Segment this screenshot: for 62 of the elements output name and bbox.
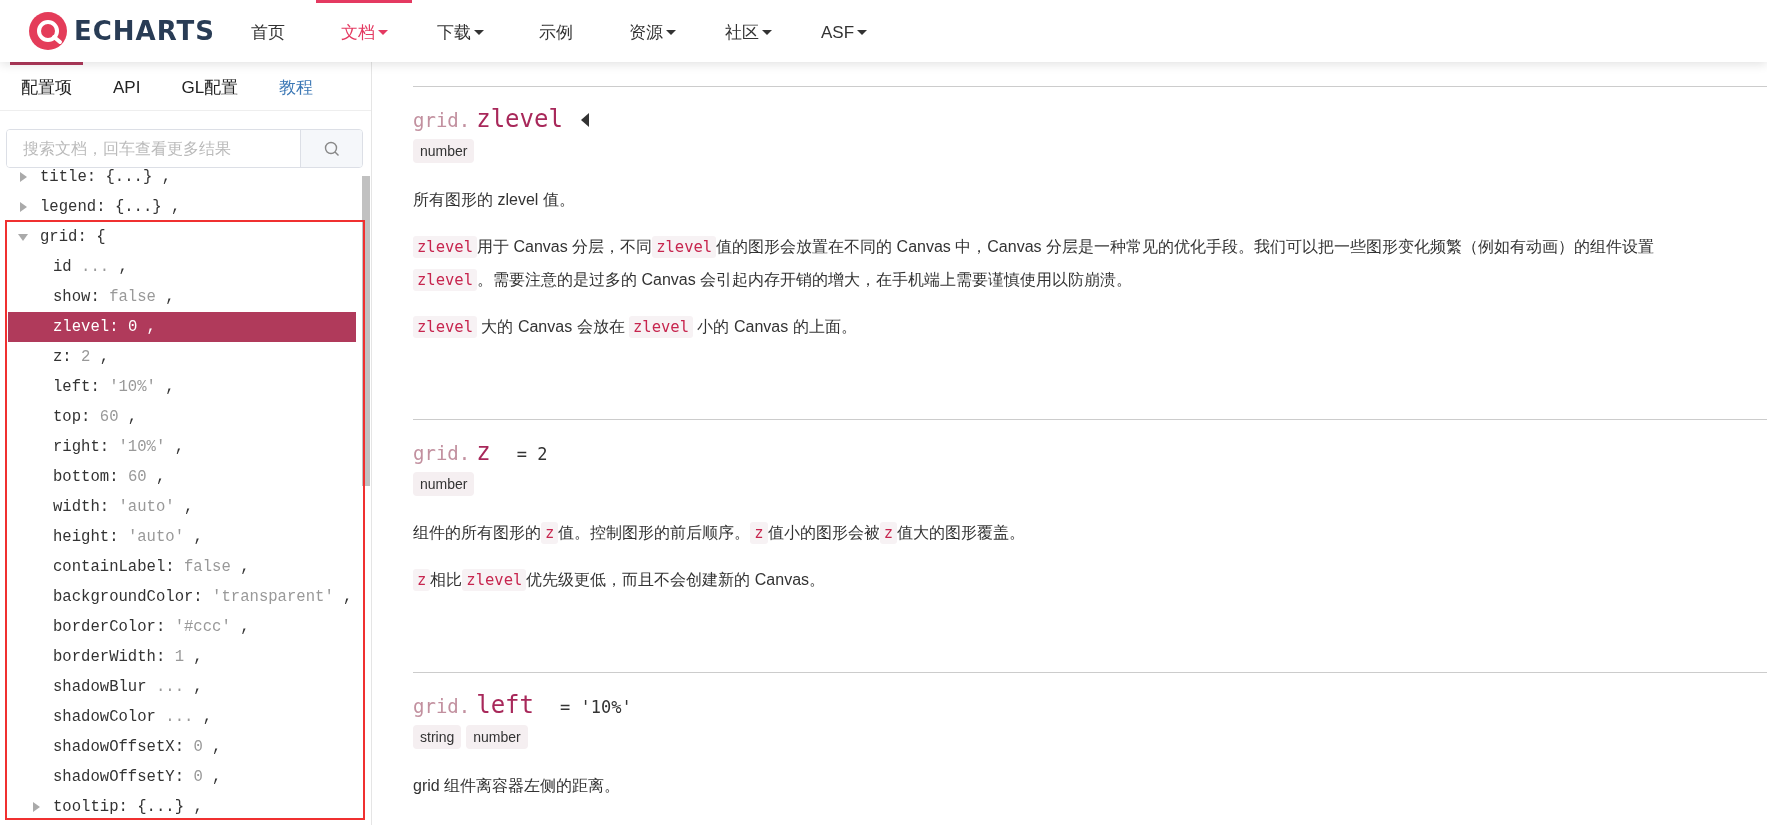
type-tag: number — [466, 725, 528, 749]
search-field[interactable]: 搜索文档，回车查看更多结果 — [6, 129, 363, 168]
tree-item[interactable]: backgroundColor: 'transparent' , — [8, 582, 356, 612]
tree-item[interactable]: shadowOffsetY: 0 , — [8, 762, 356, 792]
collapse-icon[interactable] — [580, 113, 589, 127]
scrollbar-thumb[interactable] — [362, 176, 370, 486]
search-icon — [323, 140, 340, 157]
description-text: grid 组件离容器左侧的距离。 — [413, 776, 622, 796]
logo-icon — [28, 11, 68, 51]
tree-item[interactable]: title: {...} , — [8, 168, 356, 192]
default-value: = 2 — [516, 444, 548, 464]
nav-link[interactable]: 社区 — [700, 0, 796, 62]
nav-link[interactable]: 文档 — [316, 0, 412, 62]
sidebar-tab[interactable]: API — [102, 62, 152, 110]
tree-item[interactable]: show: false , — [8, 282, 356, 312]
nav-link[interactable]: ASF — [796, 0, 892, 62]
tree-item[interactable]: grid: { — [8, 222, 356, 252]
collapsed-arrow-icon[interactable] — [20, 202, 27, 212]
tree-item[interactable]: bottom: 60 , — [8, 462, 356, 492]
type-tag: number — [413, 139, 475, 163]
tree-item[interactable]: zlevel: 0 , — [8, 312, 356, 342]
description-text: zlevel 用于 Canvas 分层，不同 zlevel 值的图形会放置在不同的 Canvas 中，Canvas 分层是一种常见的优化手段。我们可以把一些图形变化频繁（例如有动画）的组件设置 zlevel 。需要注意的是过多的 Canvas 会引起内存开销的增大，在手机端上需要谨慎使用以防崩溃。 — [413, 230, 1767, 296]
tree-item[interactable]: top: 60 , — [8, 402, 356, 432]
description-text: zlevel 大的 Canvas 会放在 zlevel 小的 Canvas 的上面。 — [413, 310, 1767, 343]
tree-item[interactable]: legend: {...} , — [8, 192, 356, 222]
tree-item[interactable]: id ... , — [8, 252, 356, 282]
logo-text[interactable]: ECHARTS — [74, 16, 216, 46]
search-button[interactable] — [300, 130, 362, 167]
nav-link[interactable]: 下载 — [412, 0, 508, 62]
tree-item[interactable]: right: '10%' , — [8, 432, 356, 462]
tree-item[interactable]: shadowBlur ... , — [8, 672, 356, 702]
sidebar-tab[interactable]: GL配置 — [170, 62, 250, 110]
tree-item[interactable]: containLabel: false , — [8, 552, 356, 582]
collapsed-arrow-icon[interactable] — [33, 802, 40, 812]
tree-item[interactable]: width: 'auto' , — [8, 492, 356, 522]
type-tag: string — [413, 725, 462, 749]
tutorial-link[interactable]: 教程 — [268, 62, 325, 110]
expanded-arrow-icon[interactable] — [18, 233, 28, 241]
default-value: = '10%' — [560, 697, 632, 717]
sidebar-tab[interactable]: 配置项 — [10, 62, 83, 110]
tree-item[interactable]: borderColor: '#ccc' , — [8, 612, 356, 642]
tree-item[interactable]: height: 'auto' , — [8, 522, 356, 552]
type-tag: number — [413, 472, 475, 496]
tree-item[interactable]: shadowColor ... , — [8, 702, 356, 732]
description-text: 组件的所有图形的 z 值。控制图形的前后顺序。 z 值小的图形会被 z 值大的图形覆盖。 — [413, 521, 1027, 546]
nav-link[interactable]: 示例 — [508, 0, 604, 62]
tree-item[interactable]: tooltip: {...} , — [8, 792, 356, 822]
option-name: zlevel — [476, 105, 563, 133]
option-path-prefix: grid. — [413, 109, 471, 131]
option-name: z — [476, 438, 491, 466]
option-path-prefix: grid. — [413, 442, 471, 464]
tree-item[interactable]: borderWidth: 1 , — [8, 642, 356, 672]
tree-item[interactable]: left: '10%' , — [8, 372, 356, 402]
nav-link[interactable]: 首页 — [220, 0, 316, 62]
tree-item[interactable]: shadowOffsetX: 0 , — [8, 732, 356, 762]
option-path-prefix: grid. — [413, 695, 471, 717]
description-text: z 相比 zlevel 优先级更低，而且不会创建新的 Canvas。 — [413, 563, 1767, 596]
option-name: left — [476, 691, 534, 719]
description-text: 所有图形的 zlevel 值。 — [413, 190, 576, 210]
nav-link[interactable]: 资源 — [604, 0, 700, 62]
collapsed-arrow-icon[interactable] — [20, 172, 27, 182]
tree-item[interactable]: z: 2 , — [8, 342, 356, 372]
